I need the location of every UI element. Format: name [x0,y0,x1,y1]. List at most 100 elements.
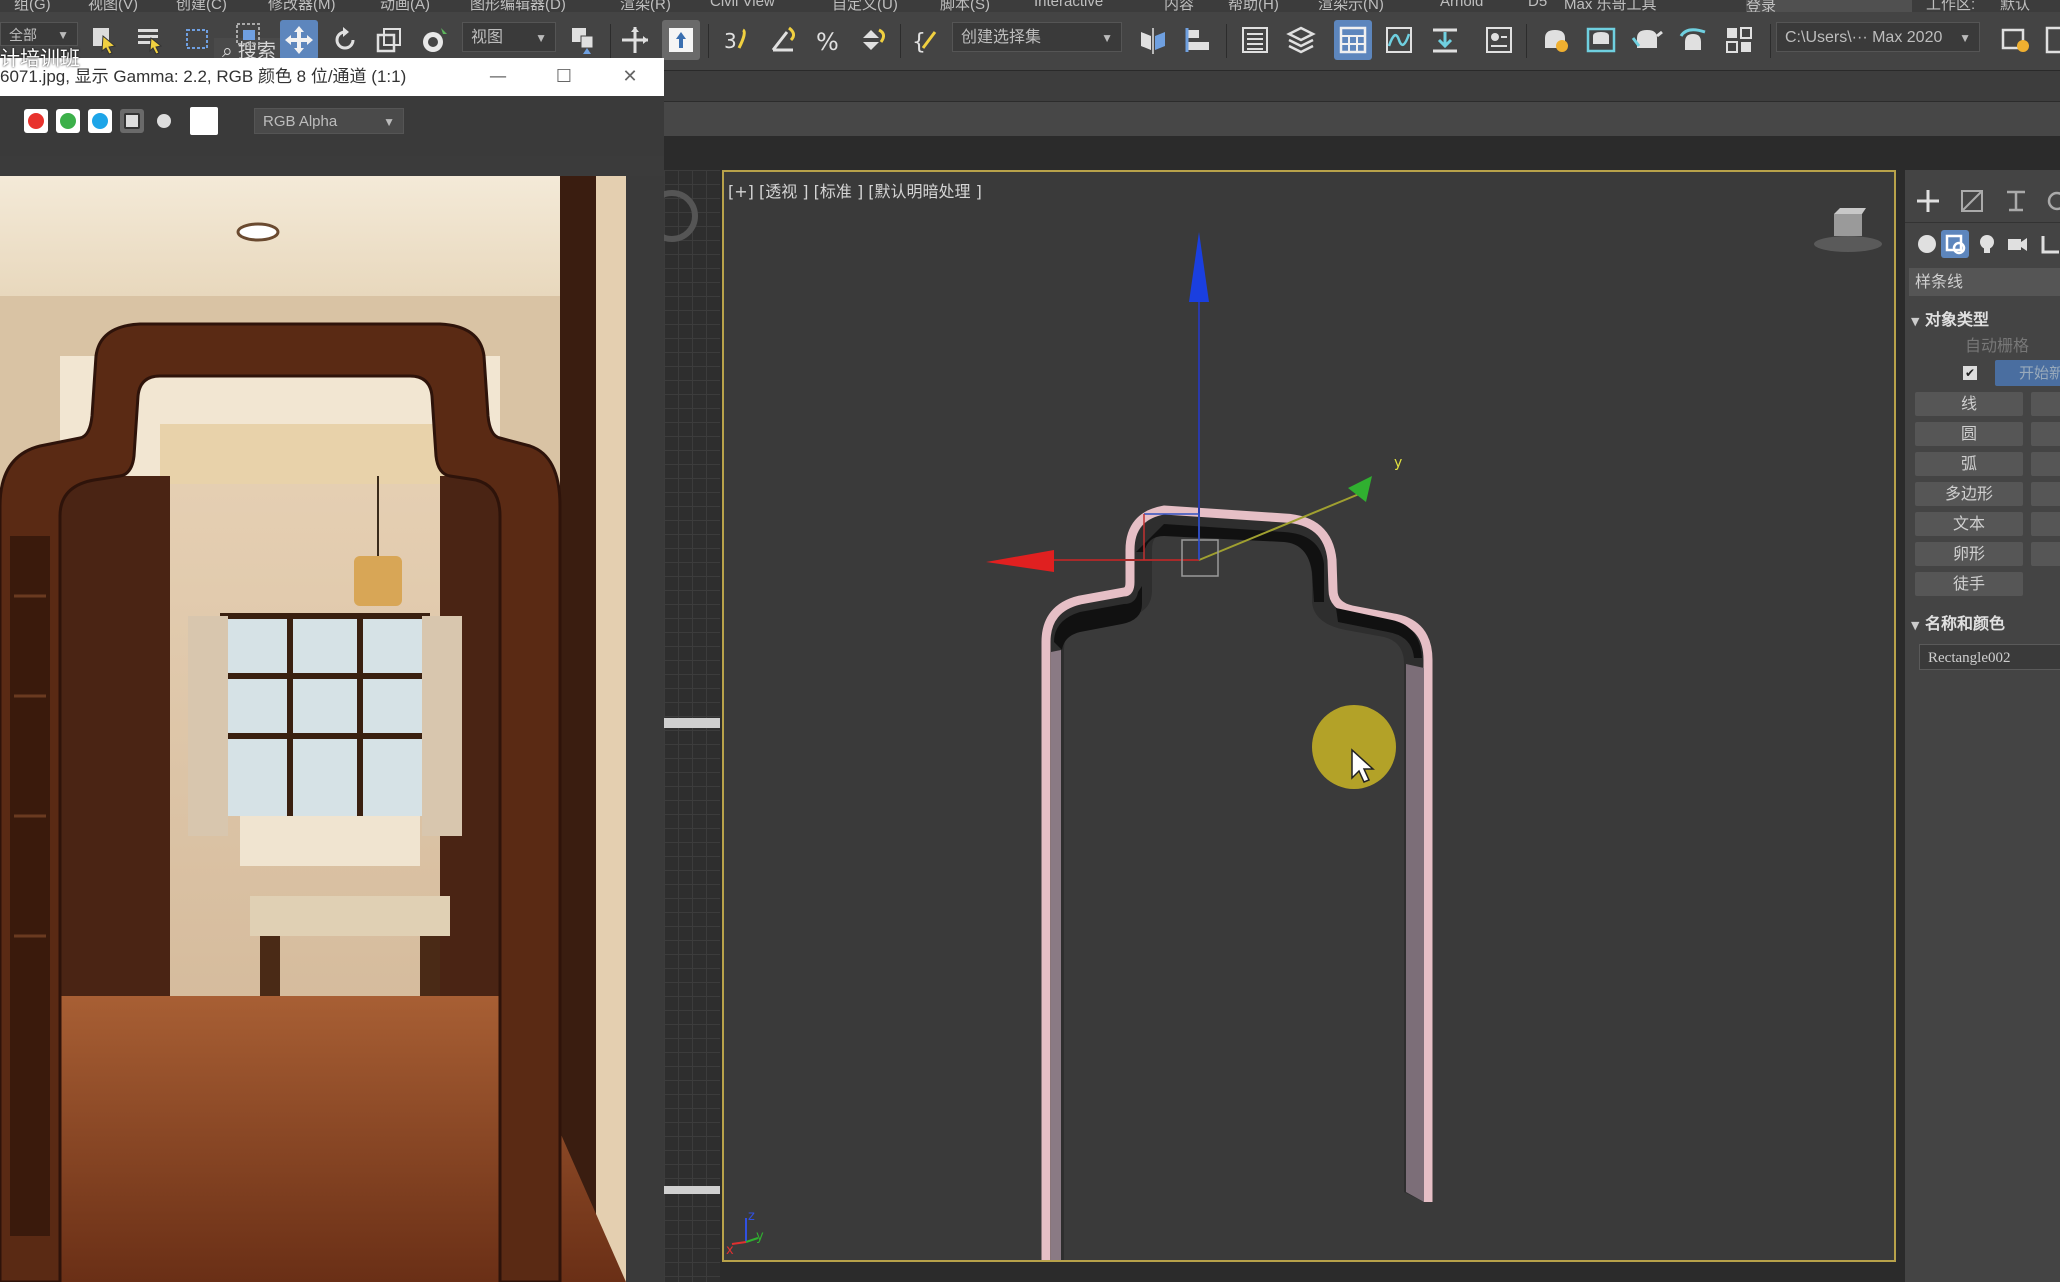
project-path-dropdown[interactable]: C:\Users\··· Max 2020 ▼ [1776,22,1980,52]
start-new-shape-button[interactable]: 开始新 [1995,360,2060,386]
section-button[interactable] [2031,542,2060,566]
menu-group[interactable]: 组(G) [14,0,51,12]
select-and-move-button[interactable] [280,20,318,60]
percent-snap-button[interactable]: % [810,20,848,60]
hierarchy-tab[interactable] [2001,186,2031,216]
ngon-button[interactable]: 多边形 [1915,482,2023,506]
object-name-input[interactable]: Rectangle002 [1919,644,2060,670]
object-type-rollout-header[interactable]: ▼ 对象类型 [1911,306,1989,330]
left-viewport[interactable] [664,170,720,1282]
line-button[interactable]: 线 [1915,392,2023,416]
mirror-button[interactable] [1134,20,1172,60]
text-button[interactable]: 文本 [1915,512,2023,536]
toolbar-separator [610,24,611,58]
menu-d5[interactable]: D5 [1528,0,1547,10]
select-object-button[interactable] [86,20,124,60]
red-channel-toggle[interactable] [24,109,48,133]
render-production-button[interactable] [1628,20,1666,60]
project-folder-button[interactable] [1996,20,2034,60]
create-tab[interactable] [1913,186,1943,216]
select-and-manipulate-button[interactable] [616,20,654,60]
menu-max-tools[interactable]: Max 乐哥工具 [1564,0,1657,12]
monochrome-toggle[interactable] [152,109,176,133]
background-color-swatch[interactable] [190,107,218,135]
select-and-place-button[interactable] [416,20,454,60]
maximize-button[interactable]: ☐ [534,58,594,96]
pivot-center-button[interactable] [564,20,602,60]
perspective-viewport[interactable]: [+] [透视 ] [标准 ] [默认明暗处理 ] y z x y [722,170,1896,1262]
schematic-view-button[interactable] [1426,20,1464,60]
select-by-name-button[interactable] [132,20,170,60]
menu-civil-view[interactable]: Civil View [710,0,775,10]
spinner-snap-button[interactable] [854,20,892,60]
rectangular-selection-button[interactable] [180,20,218,60]
menu-graph-editors[interactable]: 图形编辑器(D) [470,0,566,12]
blue-channel-toggle[interactable] [88,109,112,133]
edit-named-selection-button[interactable]: { [906,20,944,60]
arc-button[interactable]: 弧 [1915,452,2023,476]
toggle-ribbon-button[interactable] [1334,20,1372,60]
menu-arnold[interactable]: Arnold [1440,0,1483,10]
reference-coordinate-dropdown[interactable]: 视图 ▼ [462,22,556,52]
donut-button[interactable] [2031,452,2060,476]
arch-right-leg-face [1406,664,1424,1202]
menu-scripting[interactable]: 脚本(S) [940,0,990,12]
viewcube-icon[interactable] [1814,208,1882,252]
display-channel-dropdown[interactable]: RGB Alpha ▼ [254,108,404,134]
menu-content[interactable]: 内容 [1164,0,1194,12]
geometry-category-button[interactable] [1915,232,1939,256]
helpers-category-button[interactable] [2039,232,2060,256]
named-selection-sets-dropdown[interactable]: 创建选择集 ▼ [952,22,1122,52]
viewer-scrollbar[interactable] [626,176,664,1282]
scene-explorer-button[interactable] [1236,20,1274,60]
layer-explorer-button[interactable] [1282,20,1320,60]
render-setup-button[interactable] [1536,20,1574,60]
angle-snap-button[interactable] [764,20,802,60]
cameras-category-button[interactable] [2005,232,2029,256]
lights-category-button[interactable] [1975,232,1999,256]
minimize-button[interactable]: — [468,58,528,96]
rendered-frame-window-button[interactable] [1582,20,1620,60]
login-button[interactable]: 登录 [1746,0,1912,12]
render-in-cloud-button[interactable] [1674,20,1712,60]
modify-tab[interactable] [1957,186,1987,216]
object-category-dropdown[interactable]: 样条线 [1909,268,2060,296]
curve-editor-button[interactable] [1380,20,1418,60]
panel-toggle-button[interactable] [2040,20,2060,60]
ellipse-button[interactable] [2031,422,2060,446]
select-and-scale-button[interactable] [370,20,408,60]
menu-interactive[interactable]: Interactive [1034,0,1103,10]
start-new-shape-checkbox[interactable]: ✔ [1963,366,1977,380]
snaps-toggle-button[interactable]: 3 [718,20,756,60]
shapes-category-button[interactable] [1941,230,1969,258]
star-button[interactable] [2031,482,2060,506]
menu-view[interactable]: 视图(V) [88,0,138,12]
window-crossing-button[interactable] [230,16,268,56]
alpha-channel-toggle[interactable] [120,109,144,133]
circle-button[interactable]: 圆 [1915,422,2023,446]
menu-animation[interactable]: 动画(A) [380,0,430,12]
helix-button[interactable] [2031,512,2060,536]
autogrid-checkbox[interactable]: 自动栅格 [1965,332,2029,356]
close-button[interactable]: ✕ [600,58,660,96]
select-and-rotate-button[interactable] [326,20,364,60]
menu-help[interactable]: 帮助(H) [1228,0,1279,12]
menu-create[interactable]: 创建(C) [176,0,227,12]
name-color-rollout-header[interactable]: ▼ 名称和颜色 [1911,610,2005,634]
menu-modifiers[interactable]: 修改器(M) [268,0,336,12]
viewer-title-bar[interactable]: 6071.jpg, 显示 Gamma: 2.2, RGB 颜色 8 位/通道 (… [0,58,664,96]
green-channel-toggle[interactable] [56,109,80,133]
rectangle-button[interactable] [2031,392,2060,416]
menu-render-display[interactable]: 渲染示(N) [1318,0,1384,12]
motion-tab[interactable] [2041,186,2060,216]
keyboard-shortcut-override-button[interactable] [662,20,700,60]
freehand-button[interactable]: 徒手 [1915,572,2023,596]
chevron-down-icon: ▼ [1959,31,1971,45]
egg-button[interactable]: 卵形 [1915,542,2023,566]
align-button[interactable] [1180,20,1218,60]
workspace-value[interactable]: 默认 [2000,0,2030,12]
render-shortcut-button[interactable] [1720,20,1758,60]
menu-customize[interactable]: 自定义(U) [832,0,898,12]
menu-rendering[interactable]: 渲染(R) [620,0,671,12]
material-editor-button[interactable] [1480,20,1518,60]
